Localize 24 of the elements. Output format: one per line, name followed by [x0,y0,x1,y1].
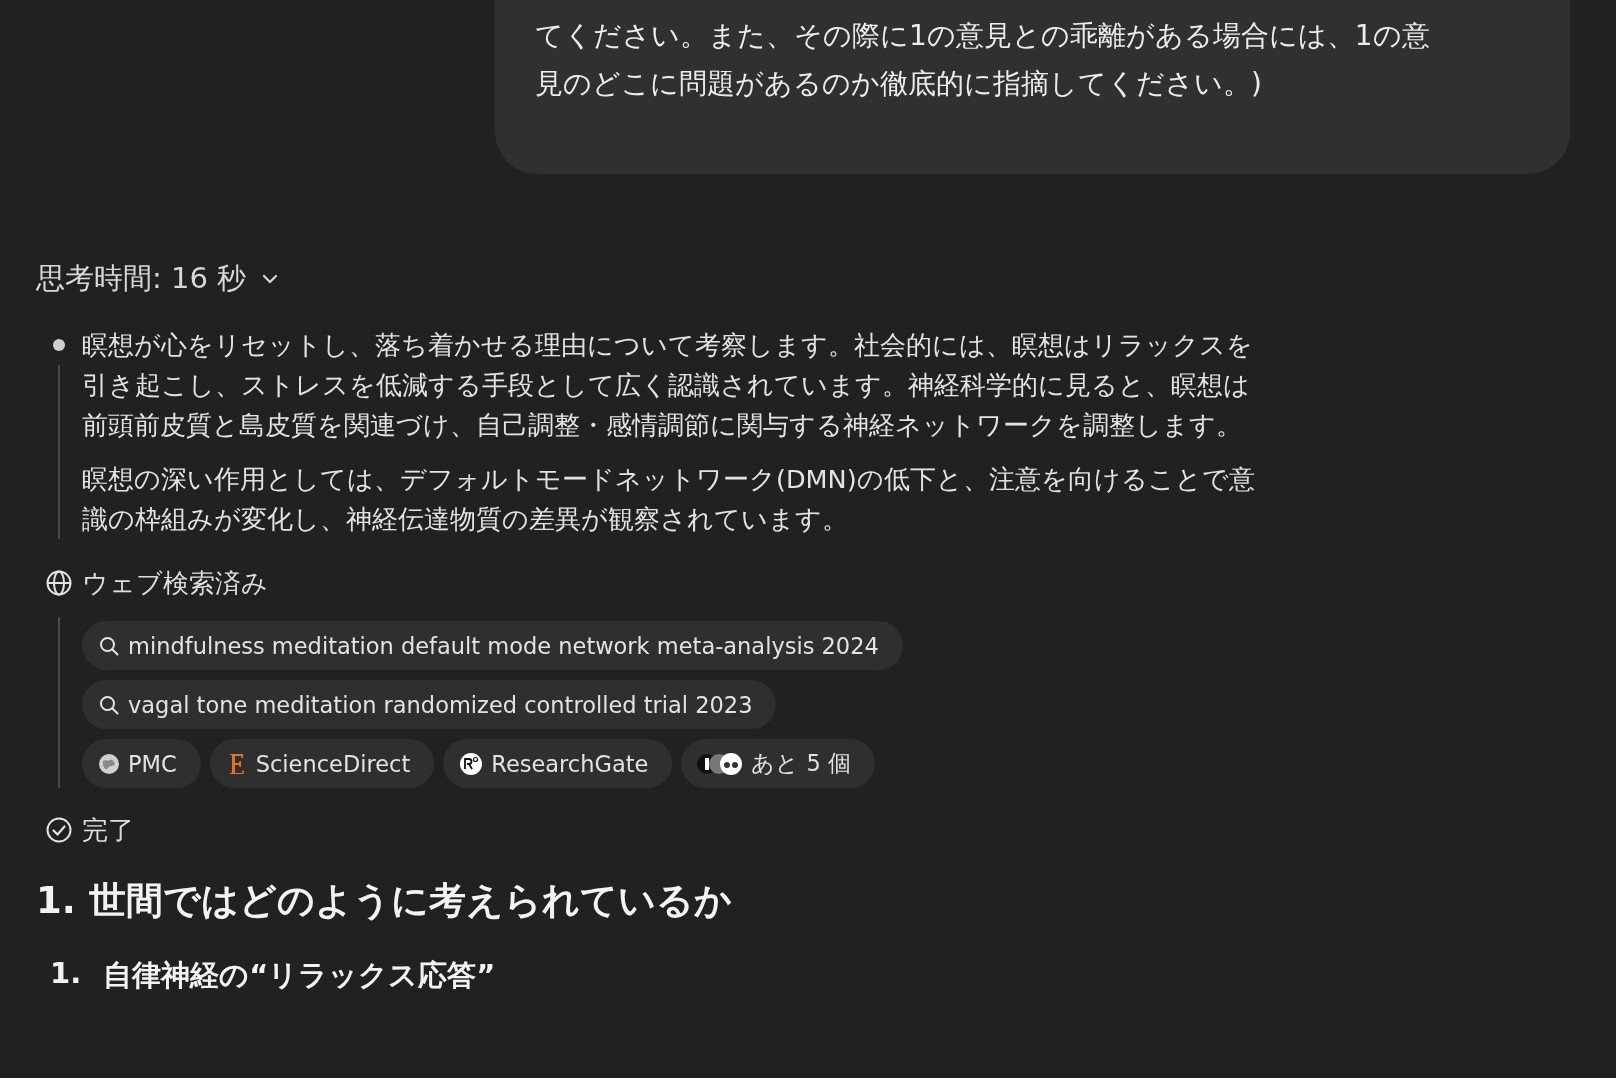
more-sources-chip[interactable]: あと 5 個 [681,739,875,788]
globe-icon [45,569,73,597]
step-label: 完了 [82,814,135,847]
list-number: 1. [50,956,82,992]
message-text: てください。また、その際に1の意見との乖離がある場合には、1の意 [535,18,1431,54]
subheading: 自律神経の“リラックス応答” [103,957,496,994]
source-chip[interactable]: PMC [82,739,201,788]
answer-heading: 1. 世間ではどのように考えられているか [36,878,733,924]
rg-favicon-icon [459,751,484,776]
search-query-chip[interactable]: vagal tone meditation randomized controlled trial 2023 [82,680,777,729]
search-query-chip[interactable]: mindfulness meditation default mode network meta-analysis 2024 [82,621,903,670]
bullet-icon [53,339,65,351]
check-circle-icon [45,816,73,844]
source-chip[interactable]: ResearchGate [443,739,673,788]
message-text: 見のどこに問題があるのか徹底的に指摘してください。) [535,66,1263,102]
stacked-favicons-icon [697,751,744,776]
search-icon [98,693,120,716]
step-label: ウェブ検索済み [82,567,269,600]
source-chip[interactable]: ScienceDirect [209,739,435,788]
thinking-paragraph: 瞑想の深い作用としては、デフォルトモードネットワーク(DMN)の低下と、注意を向けることで意識の枠組みが変化し、神経伝達物質の差異が観察されています。 [82,463,1256,536]
search-icon [98,634,120,657]
thinking-paragraph: 瞑想が心をリセットし、落ち着かせる理由について考察します。社会的には、瞑想はリラックスを引き起こし、ストレスを低減する手段として広く認識されています。神経科学的に見ると、瞑想は前頭前皮質と島皮質を関連づけ、自己調整・感情調節に関与する神経ネットワークを調整します。 [82,329,1254,442]
globe-favicon-icon [98,752,120,775]
thinking-toggle[interactable]: 思考時間: 16 秒 [36,259,281,299]
